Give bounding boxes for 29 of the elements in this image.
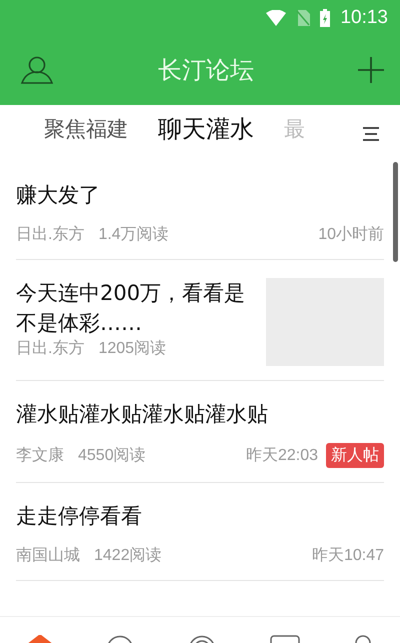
read-count: 1205阅读 bbox=[98, 338, 166, 359]
read-count: 4550阅读 bbox=[78, 446, 146, 466]
category-tab[interactable]: 聚焦福建 bbox=[44, 112, 128, 154]
user-icon[interactable] bbox=[20, 55, 54, 85]
no-sim-icon bbox=[296, 10, 310, 26]
menu-icon[interactable] bbox=[362, 126, 380, 140]
post-time: 10小时前 bbox=[318, 224, 384, 245]
author-name: 日出.东方 bbox=[16, 224, 84, 245]
post-time: 昨天10:47 bbox=[312, 546, 384, 566]
author-name: 日出.东方 bbox=[16, 338, 84, 359]
author-name: 李文康 bbox=[16, 446, 64, 466]
new-user-tag: 新人帖 bbox=[326, 443, 384, 468]
message-icon[interactable] bbox=[270, 635, 300, 643]
read-count: 1.4万阅读 bbox=[98, 224, 169, 245]
home-icon[interactable] bbox=[26, 635, 53, 643]
post-time: 昨天22:03 bbox=[246, 446, 318, 466]
read-count: 1422阅读 bbox=[94, 546, 162, 566]
author-name: 南国山城 bbox=[16, 546, 80, 566]
add-icon[interactable] bbox=[358, 57, 384, 83]
post-title[interactable]: 走走停停看看 bbox=[16, 501, 384, 531]
post-title[interactable]: 灌水贴灌水贴灌水贴灌水贴 bbox=[16, 399, 384, 429]
post-title[interactable]: 今天连中200万，看看是不是体彩…… bbox=[16, 278, 250, 338]
target-icon[interactable] bbox=[188, 635, 216, 643]
battery-icon bbox=[320, 8, 330, 26]
app-title: 长汀论坛 bbox=[158, 55, 254, 86]
status-time: 10:13 bbox=[340, 6, 388, 28]
post-title[interactable]: 赚大发了 bbox=[16, 180, 384, 210]
wifi-icon bbox=[266, 10, 286, 26]
person-icon[interactable] bbox=[353, 635, 374, 643]
